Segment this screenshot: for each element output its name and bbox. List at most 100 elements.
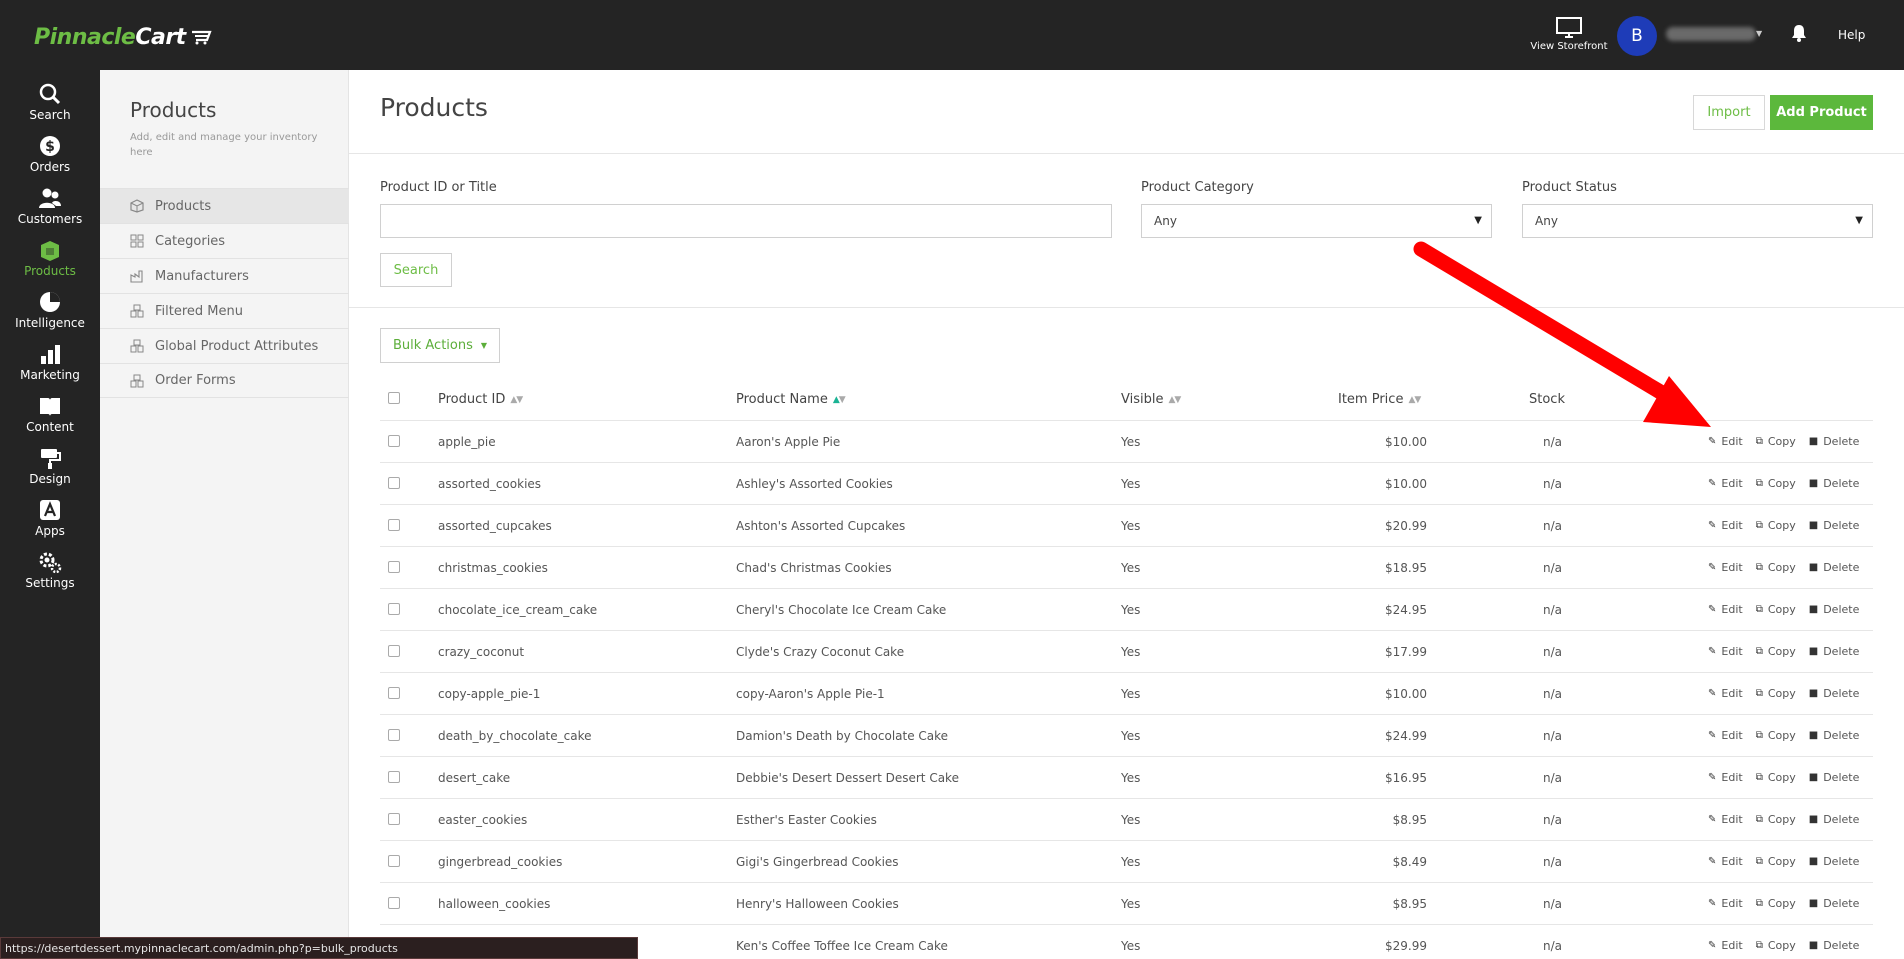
copy-button[interactable]: ⧉ Copy bbox=[1756, 477, 1796, 490]
row-checkbox[interactable] bbox=[388, 813, 400, 825]
product-name-cell[interactable]: Gigi's Gingerbread Cookies bbox=[736, 855, 899, 869]
subnav-item-global-attributes[interactable]: Global Product Attributes bbox=[100, 328, 349, 363]
nav-marketing[interactable]: Marketing bbox=[0, 342, 100, 394]
product-name-cell[interactable]: Ken's Coffee Toffee Ice Cream Cake bbox=[736, 939, 948, 953]
nav-search[interactable]: Search bbox=[0, 82, 100, 134]
product-name-cell[interactable]: Ashton's Assorted Cupcakes bbox=[736, 519, 905, 533]
product-name-cell[interactable]: Clyde's Crazy Coconut Cake bbox=[736, 645, 904, 659]
row-checkbox[interactable] bbox=[388, 687, 400, 699]
copy-button[interactable]: ⧉ Copy bbox=[1756, 435, 1796, 448]
edit-button[interactable]: ✎ Edit bbox=[1708, 561, 1743, 574]
edit-button[interactable]: ✎ Edit bbox=[1708, 603, 1743, 616]
edit-button[interactable]: ✎ Edit bbox=[1708, 855, 1743, 868]
copy-button[interactable]: ⧉ Copy bbox=[1756, 687, 1796, 700]
nav-customers[interactable]: Customers bbox=[0, 186, 100, 238]
row-checkbox[interactable] bbox=[388, 645, 400, 657]
subnav-item-manufacturers[interactable]: Manufacturers bbox=[100, 258, 349, 293]
sort-icon[interactable]: ▲ ▼ bbox=[833, 395, 846, 405]
copy-button[interactable]: ⧉ Copy bbox=[1756, 603, 1796, 616]
view-storefront-button[interactable]: View Storefront bbox=[1530, 16, 1608, 52]
col-product-name[interactable]: Product Name ▲ ▼ bbox=[736, 392, 846, 407]
copy-button[interactable]: ⧉ Copy bbox=[1756, 939, 1796, 952]
sort-icon[interactable]: ▲ ▼ bbox=[1408, 395, 1421, 405]
row-checkbox[interactable] bbox=[388, 477, 400, 489]
edit-button[interactable]: ✎ Edit bbox=[1708, 729, 1743, 742]
subnav-item-filtered-menu[interactable]: Filtered Menu bbox=[100, 293, 349, 328]
search-button[interactable]: Search bbox=[380, 253, 452, 287]
edit-button[interactable]: ✎ Edit bbox=[1708, 897, 1743, 910]
subnav-item-order-forms[interactable]: Order Forms bbox=[100, 363, 349, 398]
copy-button[interactable]: ⧉ Copy bbox=[1756, 645, 1796, 658]
product-name-cell[interactable]: Esther's Easter Cookies bbox=[736, 813, 877, 827]
product-name-cell[interactable]: Damion's Death by Chocolate Cake bbox=[736, 729, 948, 743]
caret-down-icon[interactable]: ▼ bbox=[1756, 29, 1762, 38]
delete-button[interactable]: ■ Delete bbox=[1809, 687, 1860, 700]
row-checkbox[interactable] bbox=[388, 855, 400, 867]
row-checkbox[interactable] bbox=[388, 519, 400, 531]
edit-button[interactable]: ✎ Edit bbox=[1708, 435, 1743, 448]
col-product-id[interactable]: Product ID ▲ ▼ bbox=[438, 392, 523, 407]
delete-button[interactable]: ■ Delete bbox=[1809, 645, 1860, 658]
nav-apps[interactable]: Apps bbox=[0, 498, 100, 550]
select-all-checkbox[interactable] bbox=[388, 392, 400, 404]
copy-button[interactable]: ⧉ Copy bbox=[1756, 771, 1796, 784]
delete-button[interactable]: ■ Delete bbox=[1809, 561, 1860, 574]
delete-button[interactable]: ■ Delete bbox=[1809, 477, 1860, 490]
nav-orders[interactable]: $ Orders bbox=[0, 134, 100, 186]
edit-button[interactable]: ✎ Edit bbox=[1708, 645, 1743, 658]
edit-button[interactable]: ✎ Edit bbox=[1708, 477, 1743, 490]
edit-button[interactable]: ✎ Edit bbox=[1708, 813, 1743, 826]
delete-button[interactable]: ■ Delete bbox=[1809, 939, 1860, 952]
delete-button[interactable]: ■ Delete bbox=[1809, 603, 1860, 616]
product-status-select[interactable]: Any ▼ bbox=[1522, 204, 1873, 238]
bell-icon[interactable] bbox=[1791, 24, 1807, 42]
username-blurred[interactable] bbox=[1666, 27, 1756, 41]
sort-icon[interactable]: ▲ ▼ bbox=[1168, 395, 1181, 405]
bulk-actions-dropdown[interactable]: Bulk Actions ▼ bbox=[380, 328, 500, 363]
delete-button[interactable]: ■ Delete bbox=[1809, 855, 1860, 868]
product-name-cell[interactable]: Ashley's Assorted Cookies bbox=[736, 477, 893, 491]
subnav-item-categories[interactable]: Categories bbox=[100, 223, 349, 258]
product-name-cell[interactable]: Chad's Christmas Cookies bbox=[736, 561, 892, 575]
delete-button[interactable]: ■ Delete bbox=[1809, 519, 1860, 532]
product-id-input[interactable] bbox=[380, 204, 1112, 238]
pinnaclecart-logo[interactable]: PinnacleCart bbox=[34, 22, 212, 52]
product-name-cell[interactable]: Cheryl's Chocolate Ice Cream Cake bbox=[736, 603, 946, 617]
copy-button[interactable]: ⧉ Copy bbox=[1756, 855, 1796, 868]
row-checkbox[interactable] bbox=[388, 729, 400, 741]
row-checkbox[interactable] bbox=[388, 771, 400, 783]
delete-button[interactable]: ■ Delete bbox=[1809, 813, 1860, 826]
edit-button[interactable]: ✎ Edit bbox=[1708, 687, 1743, 700]
nav-intelligence[interactable]: Intelligence bbox=[0, 290, 100, 342]
delete-button[interactable]: ■ Delete bbox=[1809, 771, 1860, 784]
product-category-select[interactable]: Any ▼ bbox=[1141, 204, 1492, 238]
edit-button[interactable]: ✎ Edit bbox=[1708, 771, 1743, 784]
copy-button[interactable]: ⧉ Copy bbox=[1756, 561, 1796, 574]
product-name-cell[interactable]: Henry's Halloween Cookies bbox=[736, 897, 899, 911]
delete-button[interactable]: ■ Delete bbox=[1809, 897, 1860, 910]
nav-products[interactable]: Products bbox=[0, 238, 100, 290]
row-checkbox[interactable] bbox=[388, 603, 400, 615]
product-name-cell[interactable]: Debbie's Desert Dessert Desert Cake bbox=[736, 771, 959, 785]
row-checkbox[interactable] bbox=[388, 435, 400, 447]
delete-button[interactable]: ■ Delete bbox=[1809, 435, 1860, 448]
row-checkbox[interactable] bbox=[388, 897, 400, 909]
sort-icon[interactable]: ▲ ▼ bbox=[510, 395, 523, 405]
nav-settings[interactable]: Settings bbox=[0, 550, 100, 602]
copy-button[interactable]: ⧉ Copy bbox=[1756, 813, 1796, 826]
copy-button[interactable]: ⧉ Copy bbox=[1756, 519, 1796, 532]
import-button[interactable]: Import bbox=[1693, 95, 1765, 130]
row-checkbox[interactable] bbox=[388, 561, 400, 573]
edit-button[interactable]: ✎ Edit bbox=[1708, 939, 1743, 952]
nav-content[interactable]: Content bbox=[0, 394, 100, 446]
delete-button[interactable]: ■ Delete bbox=[1809, 729, 1860, 742]
subnav-item-products[interactable]: Products bbox=[100, 188, 349, 223]
add-product-button[interactable]: Add Product bbox=[1770, 95, 1873, 130]
edit-button[interactable]: ✎ Edit bbox=[1708, 519, 1743, 532]
copy-button[interactable]: ⧉ Copy bbox=[1756, 897, 1796, 910]
col-item-price[interactable]: Item Price ▲ ▼ bbox=[1338, 392, 1421, 407]
avatar[interactable]: B bbox=[1617, 16, 1657, 56]
nav-design[interactable]: Design bbox=[0, 446, 100, 498]
help-link[interactable]: Help bbox=[1838, 28, 1865, 42]
copy-button[interactable]: ⧉ Copy bbox=[1756, 729, 1796, 742]
